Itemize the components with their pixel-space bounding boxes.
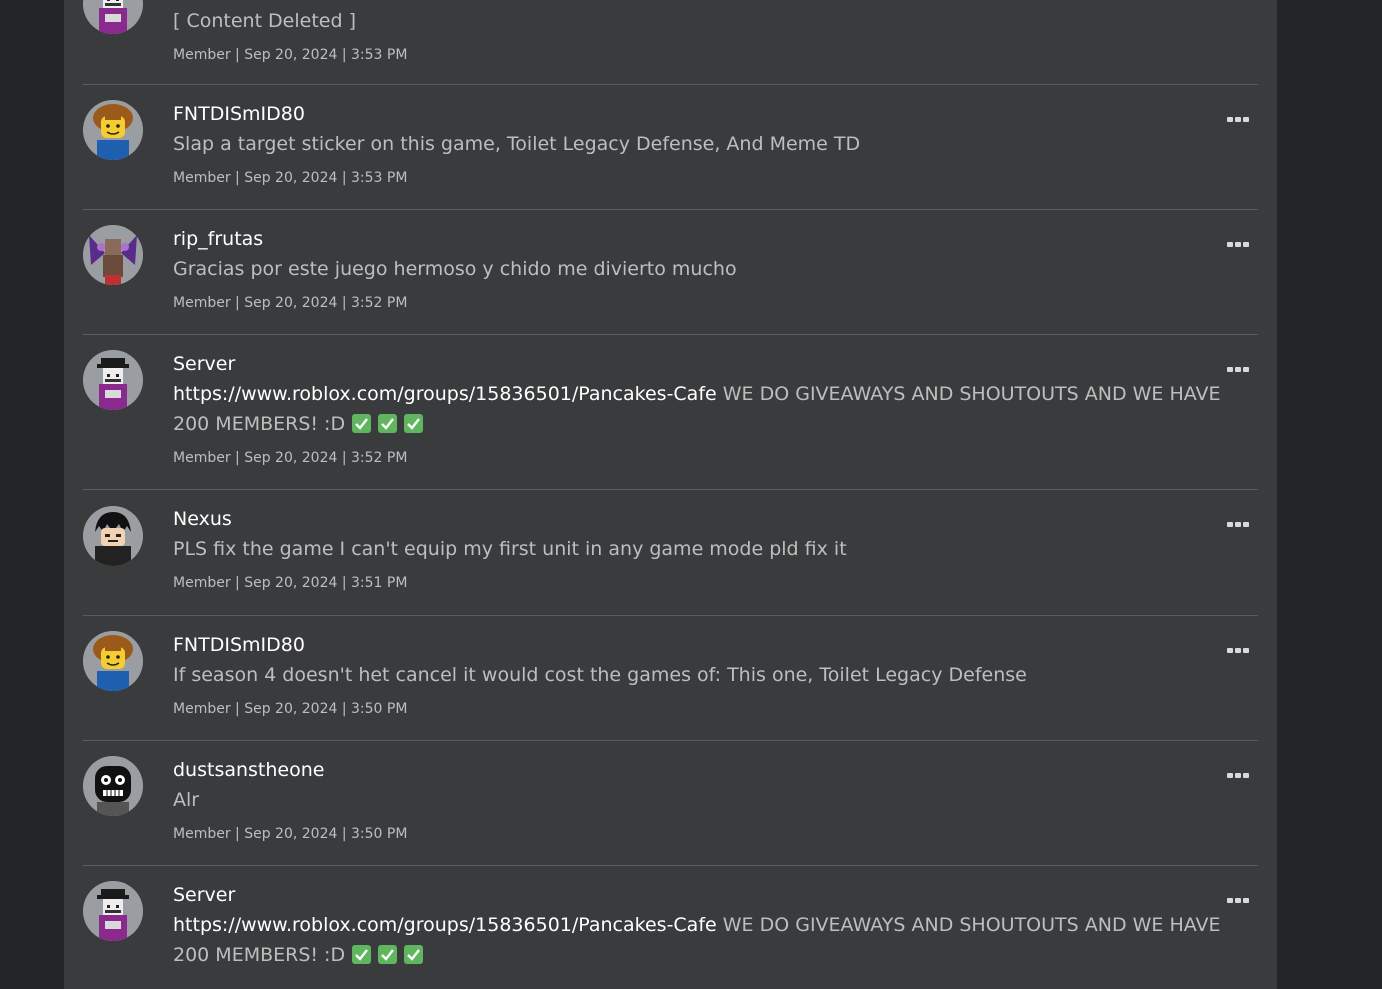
group-link[interactable]: https://www.roblox.com/groups/15836501/P… [173,914,717,936]
comment-item: Nexus PLS fix the game I can't equip my … [83,490,1258,616]
comment-meta: Member | Sep 20, 2024 | 3:52 PM [173,450,408,466]
comment-meta: Member | Sep 20, 2024 | 3:51 PM [173,575,408,591]
comment-author[interactable]: FNTDISmID80 [173,102,1223,126]
check-mark-icon [352,414,372,433]
comment-author[interactable]: Server [173,883,1223,907]
more-options-icon[interactable] [1227,512,1251,527]
avatar[interactable] [83,225,143,285]
avatar[interactable] [83,0,143,34]
more-options-icon[interactable] [1227,107,1251,122]
comment-item: Server https://www.roblox.com/groups/158… [83,866,1258,989]
comment-meta: Member | Sep 20, 2024 | 3:50 PM [173,701,408,717]
more-options-icon[interactable] [1227,888,1251,903]
avatar-noob-brown-hair-icon [83,100,143,160]
comment-item: FNTDISmID80 If season 4 doesn't het canc… [83,616,1258,741]
comment-author[interactable]: Nexus [173,507,1223,531]
check-mark-icon [378,414,398,433]
comment-text: https://www.roblox.com/groups/15836501/P… [173,914,1221,966]
comment-text: PLS fix the game I can't equip my first … [173,538,847,560]
comment-author[interactable]: dustsanstheone [173,758,1223,782]
avatar-pink-hat-icon [83,350,143,410]
comment-item: dustsanstheone Alr Member | Sep 20, 2024… [83,741,1258,866]
check-mark-icon [404,945,424,964]
comment-text: [ Content Deleted ] [173,10,356,32]
comment-item: [ Content Deleted ] Member | Sep 20, 202… [83,0,1258,85]
comment-item: rip_frutas Gracias por este juego hermos… [83,210,1258,335]
group-link[interactable]: https://www.roblox.com/groups/15836501/P… [173,383,717,405]
avatar[interactable] [83,350,143,410]
comment-text: https://www.roblox.com/groups/15836501/P… [173,383,1221,435]
comment-text: Alr [173,789,200,811]
comment-item: FNTDISmID80 Slap a target sticker on thi… [83,85,1258,210]
comment-text: If season 4 doesn't het cancel it would … [173,664,1027,686]
avatar[interactable] [83,100,143,160]
check-mark-icon [352,945,372,964]
comment-meta: Member | Sep 20, 2024 | 3:53 PM [173,47,408,63]
comment-author[interactable]: Server [173,352,1223,376]
more-options-icon[interactable] [1227,357,1251,372]
avatar[interactable] [83,881,143,941]
comments-panel: [ Content Deleted ] Member | Sep 20, 202… [64,0,1277,989]
avatar[interactable] [83,506,143,566]
comment-text: Slap a target sticker on this game, Toil… [173,133,861,155]
check-mark-icon [378,945,398,964]
avatar-noob-brown-hair-icon [83,631,143,691]
comment-meta: Member | Sep 20, 2024 | 3:50 PM [173,826,408,842]
check-mark-icon [404,414,424,433]
avatar-pink-hat-icon [83,881,143,941]
avatar-black-hair-icon [83,506,143,566]
comment-meta: Member | Sep 20, 2024 | 3:53 PM [173,170,408,186]
avatar-pink-hat-icon [83,0,143,34]
avatar[interactable] [83,631,143,691]
avatar-black-face-icon [83,756,143,816]
more-options-icon[interactable] [1227,232,1251,247]
more-options-icon[interactable] [1227,763,1251,778]
comment-author[interactable]: FNTDISmID80 [173,633,1223,657]
comment-text: Gracias por este juego hermoso y chido m… [173,258,737,280]
comment-item: Server https://www.roblox.com/groups/158… [83,335,1258,490]
more-options-icon[interactable] [1227,638,1251,653]
comment-author[interactable]: rip_frutas [173,227,1223,251]
avatar-purple-wings-icon [83,225,143,285]
comment-meta: Member | Sep 20, 2024 | 3:52 PM [173,295,408,311]
avatar[interactable] [83,756,143,816]
